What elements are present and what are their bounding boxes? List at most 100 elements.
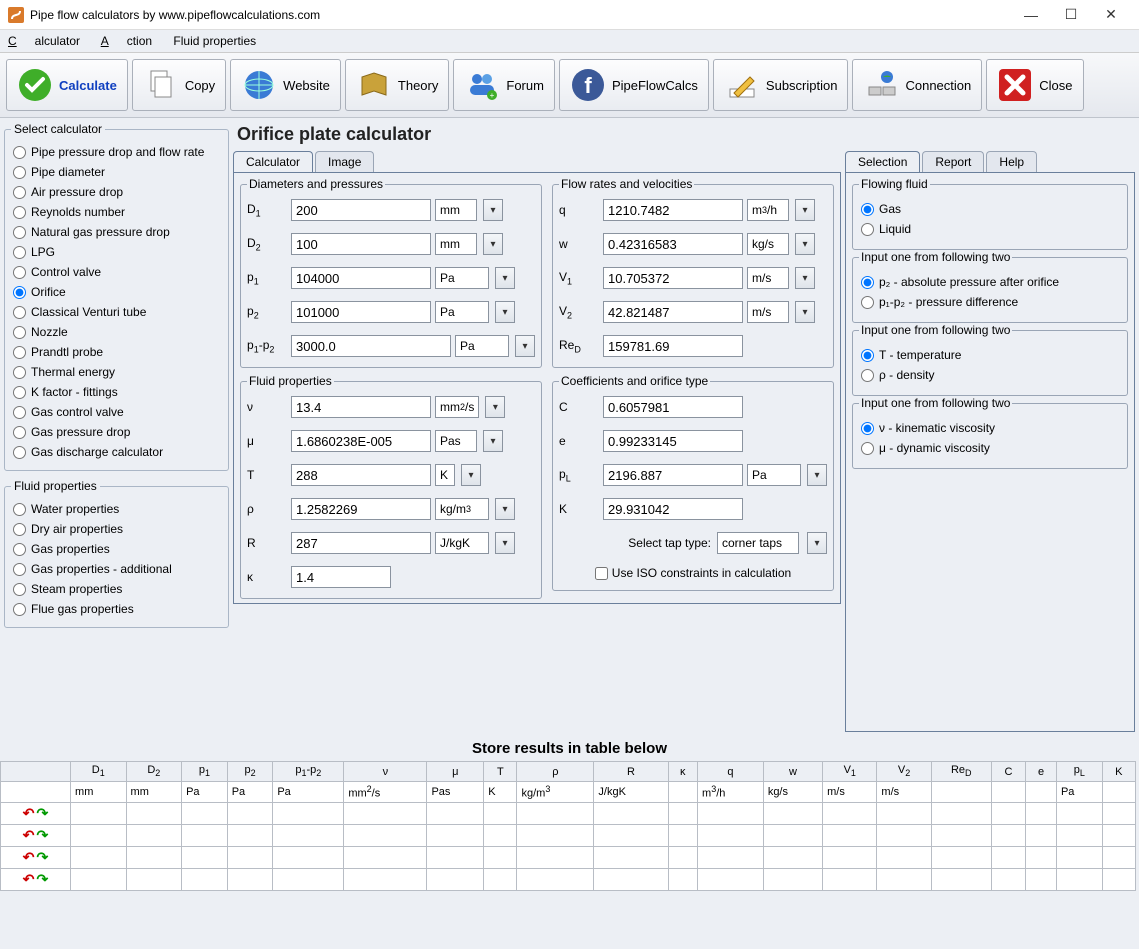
input-C[interactable] bbox=[603, 396, 743, 418]
connection-button[interactable]: Connection bbox=[852, 59, 982, 111]
calculate-button[interactable]: Calculate bbox=[6, 59, 128, 111]
arrow-up-icon[interactable]: ↶ bbox=[23, 871, 35, 888]
menu-action[interactable]: Action bbox=[101, 34, 152, 48]
tap-type-select[interactable]: corner taps bbox=[717, 532, 799, 554]
theory-button[interactable]: Theory bbox=[345, 59, 449, 111]
copy-button[interactable]: Copy bbox=[132, 59, 226, 111]
calc-radio-gas-pressure-drop[interactable]: Gas pressure drop bbox=[11, 422, 222, 442]
calc-radio-thermal-energy[interactable]: Thermal energy bbox=[11, 362, 222, 382]
fluid-radio-gas-properties-additional[interactable]: Gas properties - additional bbox=[11, 559, 222, 579]
col-unit: m3/h bbox=[698, 782, 764, 803]
calc-radio-classical-venturi-tube[interactable]: Classical Venturi tube bbox=[11, 302, 222, 322]
arrow-down-icon[interactable]: ↷ bbox=[37, 827, 49, 844]
radio-gas[interactable] bbox=[861, 203, 874, 216]
iso-constraints-checkbox[interactable] bbox=[595, 567, 608, 580]
tab-help[interactable]: Help bbox=[986, 151, 1037, 172]
fluid-radio-gas-properties[interactable]: Gas properties bbox=[11, 539, 222, 559]
maximize-button[interactable]: ☐ bbox=[1051, 6, 1091, 23]
calc-radio-orifice[interactable]: Orifice bbox=[11, 282, 222, 302]
radio-p2-absolute[interactable] bbox=[861, 276, 874, 289]
calc-radio-air-pressure-drop[interactable]: Air pressure drop bbox=[11, 182, 222, 202]
input-V1[interactable] bbox=[603, 267, 743, 289]
tab-selection[interactable]: Selection bbox=[845, 151, 920, 172]
calc-radio-pipe-diameter[interactable]: Pipe diameter bbox=[11, 162, 222, 182]
unit-T-dropdown[interactable] bbox=[461, 464, 481, 486]
unit-D1-dropdown[interactable] bbox=[483, 199, 503, 221]
input-e[interactable] bbox=[603, 430, 743, 452]
close-button[interactable]: Close bbox=[986, 59, 1083, 111]
menu-calculator[interactable]: Calculator bbox=[8, 34, 80, 48]
pipeflowcalcs-button[interactable]: f PipeFlowCalcs bbox=[559, 59, 709, 111]
unit-p2-dropdown[interactable] bbox=[495, 301, 515, 323]
fluid-radio-steam-properties[interactable]: Steam properties bbox=[11, 579, 222, 599]
radio-dynamic[interactable] bbox=[861, 442, 874, 455]
arrow-up-icon[interactable]: ↶ bbox=[23, 849, 35, 866]
unit-mu-dropdown[interactable] bbox=[483, 430, 503, 452]
unit-q-dropdown[interactable] bbox=[795, 199, 815, 221]
input-pL[interactable] bbox=[603, 464, 743, 486]
arrow-down-icon[interactable]: ↷ bbox=[37, 849, 49, 866]
fluid-radio-dry-air-properties[interactable]: Dry air properties bbox=[11, 519, 222, 539]
arrow-down-icon[interactable]: ↷ bbox=[37, 871, 49, 888]
input-D1[interactable] bbox=[291, 199, 431, 221]
radio-p-diff[interactable] bbox=[861, 296, 874, 309]
radio-temperature[interactable] bbox=[861, 349, 874, 362]
tab-image[interactable]: Image bbox=[315, 151, 374, 172]
input-K[interactable] bbox=[603, 498, 743, 520]
arrow-up-icon[interactable]: ↶ bbox=[23, 827, 35, 844]
unit-dp-dropdown[interactable] bbox=[515, 335, 535, 357]
unit-R-dropdown[interactable] bbox=[495, 532, 515, 554]
input-w[interactable] bbox=[603, 233, 743, 255]
radio-kinematic[interactable] bbox=[861, 422, 874, 435]
fluid-radio-flue-gas-properties[interactable]: Flue gas properties bbox=[11, 599, 222, 619]
input-R[interactable] bbox=[291, 532, 431, 554]
minimize-button[interactable]: — bbox=[1011, 7, 1051, 23]
unit-p1: Pa bbox=[435, 267, 489, 289]
input-q[interactable] bbox=[603, 199, 743, 221]
tab-report[interactable]: Report bbox=[922, 151, 984, 172]
input-dp[interactable] bbox=[291, 335, 451, 357]
input-rho[interactable] bbox=[291, 498, 431, 520]
fluid-radio-water-properties[interactable]: Water properties bbox=[11, 499, 222, 519]
unit-pL-dropdown[interactable] bbox=[807, 464, 827, 486]
arrow-up-icon[interactable]: ↶ bbox=[23, 805, 35, 822]
website-button[interactable]: Website bbox=[230, 59, 341, 111]
subscription-button[interactable]: Subscription bbox=[713, 59, 849, 111]
unit-rho-dropdown[interactable] bbox=[495, 498, 515, 520]
calc-radio-control-valve[interactable]: Control valve bbox=[11, 262, 222, 282]
arrow-down-icon[interactable]: ↷ bbox=[37, 805, 49, 822]
forum-button[interactable]: + Forum bbox=[453, 59, 555, 111]
menu-fluid-properties[interactable]: Fluid properties bbox=[173, 34, 256, 48]
input-p2[interactable] bbox=[291, 301, 431, 323]
calc-radio-natural-gas-pressure-drop[interactable]: Natural gas pressure drop bbox=[11, 222, 222, 242]
input-kappa[interactable] bbox=[291, 566, 391, 588]
radio-density[interactable] bbox=[861, 369, 874, 382]
calc-radio-pipe-pressure-drop-and-flow-rate[interactable]: Pipe pressure drop and flow rate bbox=[11, 142, 222, 162]
tap-type-dropdown[interactable] bbox=[807, 532, 827, 554]
input-p1[interactable] bbox=[291, 267, 431, 289]
input-nu[interactable] bbox=[291, 396, 431, 418]
unit-w-dropdown[interactable] bbox=[795, 233, 815, 255]
close-window-button[interactable]: ✕ bbox=[1091, 6, 1131, 23]
input-ReD[interactable] bbox=[603, 335, 743, 357]
tab-calculator[interactable]: Calculator bbox=[233, 151, 313, 172]
calc-radio-lpg[interactable]: LPG bbox=[11, 242, 222, 262]
calc-radio-reynolds-number[interactable]: Reynolds number bbox=[11, 202, 222, 222]
calc-radio-k-factor-fittings[interactable]: K factor - fittings bbox=[11, 382, 222, 402]
unit-p1-dropdown[interactable] bbox=[495, 267, 515, 289]
calc-radio-prandtl-probe[interactable]: Prandtl probe bbox=[11, 342, 222, 362]
calc-radio-gas-control-valve[interactable]: Gas control valve bbox=[11, 402, 222, 422]
unit-V2-dropdown[interactable] bbox=[795, 301, 815, 323]
input-D2[interactable] bbox=[291, 233, 431, 255]
input-T[interactable] bbox=[291, 464, 431, 486]
col-header: p1-p2 bbox=[273, 762, 344, 782]
calc-radio-gas-discharge-calculator[interactable]: Gas discharge calculator bbox=[11, 442, 222, 462]
table-row: ↶↷ bbox=[1, 824, 1136, 846]
calc-radio-nozzle[interactable]: Nozzle bbox=[11, 322, 222, 342]
unit-V1-dropdown[interactable] bbox=[795, 267, 815, 289]
unit-nu-dropdown[interactable] bbox=[485, 396, 505, 418]
input-V2[interactable] bbox=[603, 301, 743, 323]
input-mu[interactable] bbox=[291, 430, 431, 452]
unit-D2-dropdown[interactable] bbox=[483, 233, 503, 255]
radio-liquid[interactable] bbox=[861, 223, 874, 236]
